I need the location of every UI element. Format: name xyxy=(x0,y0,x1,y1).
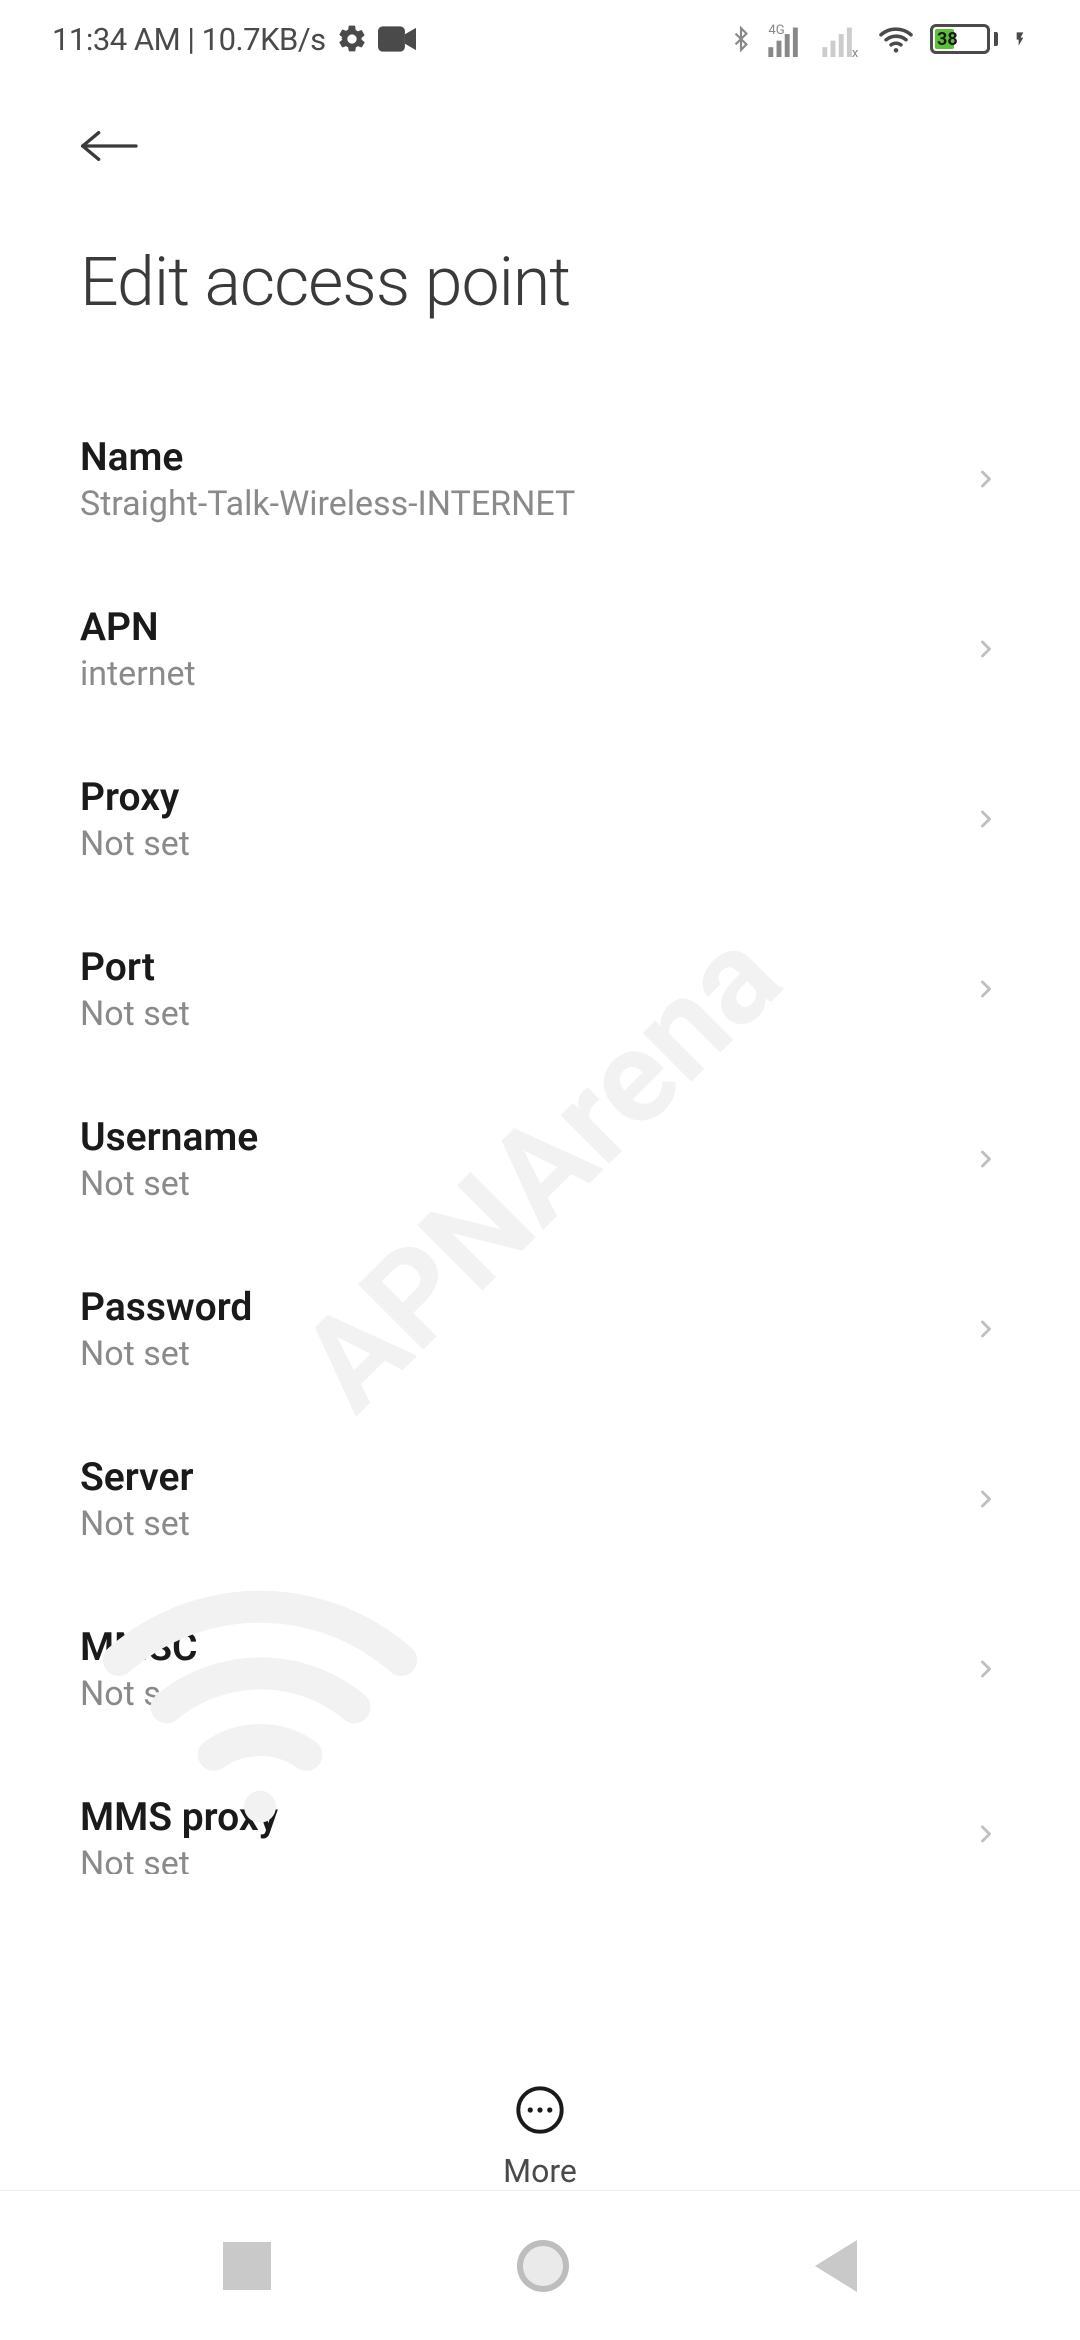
video-camera-icon xyxy=(378,26,416,52)
status-bar-right: 4G x 38 xyxy=(728,20,1028,58)
row-username[interactable]: Username Not set xyxy=(80,1074,1000,1244)
more-button[interactable]: More xyxy=(0,2060,1080,2190)
row-port-label: Port xyxy=(80,944,190,990)
row-name[interactable]: Name Straight-Talk-Wireless-INTERNET xyxy=(80,394,1000,564)
row-server[interactable]: Server Not set xyxy=(80,1414,1000,1584)
wifi-icon xyxy=(876,22,916,56)
signal-no-sim-icon: x xyxy=(822,21,862,57)
row-proxy-label: Proxy xyxy=(80,774,190,820)
status-data-rate: 10.7KB/s xyxy=(202,21,326,58)
row-username-label: Username xyxy=(80,1114,258,1160)
row-apn-label: APN xyxy=(80,604,196,650)
navigation-bar xyxy=(0,2190,1080,2340)
gear-icon xyxy=(336,23,368,55)
chevron-right-icon xyxy=(972,1309,1000,1349)
battery-percent: 38 xyxy=(937,29,958,50)
nav-back-button[interactable] xyxy=(815,2240,857,2292)
row-proxy-value: Not set xyxy=(80,824,190,864)
signal-4g-icon: 4G xyxy=(768,21,808,57)
row-mmsc-value: Not set xyxy=(80,1674,198,1714)
row-name-label: Name xyxy=(80,434,575,480)
chevron-right-icon xyxy=(972,799,1000,839)
row-apn-value: internet xyxy=(80,654,196,694)
page-title: Edit access point xyxy=(80,242,1028,322)
chevron-right-icon xyxy=(972,1139,1000,1179)
nav-home-button[interactable] xyxy=(517,2240,569,2292)
row-proxy[interactable]: Proxy Not set xyxy=(80,734,1000,904)
status-time-text: 11:34 AM xyxy=(52,21,180,58)
row-password[interactable]: Password Not set xyxy=(80,1244,1000,1414)
chevron-right-icon xyxy=(972,1814,1000,1854)
row-mmsc[interactable]: MMSC Not set xyxy=(80,1584,1000,1754)
row-apn[interactable]: APN internet xyxy=(80,564,1000,734)
settings-list: Name Straight-Talk-Wireless-INTERNET APN… xyxy=(0,322,1080,1914)
arrow-left-icon xyxy=(80,126,144,166)
row-port-value: Not set xyxy=(80,994,190,1034)
row-port[interactable]: Port Not set xyxy=(80,904,1000,1074)
battery-indicator: 38 xyxy=(930,24,998,54)
chevron-right-icon xyxy=(972,629,1000,669)
svg-text:4G: 4G xyxy=(768,23,784,38)
row-name-value: Straight-Talk-Wireless-INTERNET xyxy=(80,484,575,524)
more-icon xyxy=(514,2084,566,2136)
row-username-value: Not set xyxy=(80,1164,258,1204)
row-mmsc-label: MMSC xyxy=(80,1624,198,1670)
row-mms-proxy-label: MMS proxy xyxy=(80,1794,278,1840)
bluetooth-icon xyxy=(728,20,754,58)
status-separator: | xyxy=(187,21,201,58)
row-mms-proxy[interactable]: MMS proxy Not set xyxy=(80,1754,1000,1914)
row-password-label: Password xyxy=(80,1284,252,1330)
row-mms-proxy-value: Not set xyxy=(80,1844,278,1874)
chevron-right-icon xyxy=(972,1649,1000,1689)
svg-text:x: x xyxy=(852,46,859,57)
chevron-right-icon xyxy=(972,459,1000,499)
status-bar: 11:34 AM | 10.7KB/s 4G x 38 xyxy=(0,0,1080,78)
chevron-right-icon xyxy=(972,969,1000,1009)
more-label: More xyxy=(503,2152,577,2190)
row-password-value: Not set xyxy=(80,1334,252,1374)
back-button[interactable] xyxy=(80,126,1028,170)
header: Edit access point xyxy=(0,78,1080,322)
row-server-value: Not set xyxy=(80,1504,193,1544)
charging-icon xyxy=(1012,23,1028,55)
nav-recent-button[interactable] xyxy=(223,2242,271,2290)
status-time: 11:34 AM | 10.7KB/s xyxy=(52,21,326,58)
row-server-label: Server xyxy=(80,1454,193,1500)
chevron-right-icon xyxy=(972,1479,1000,1519)
status-bar-left: 11:34 AM | 10.7KB/s xyxy=(52,21,416,58)
